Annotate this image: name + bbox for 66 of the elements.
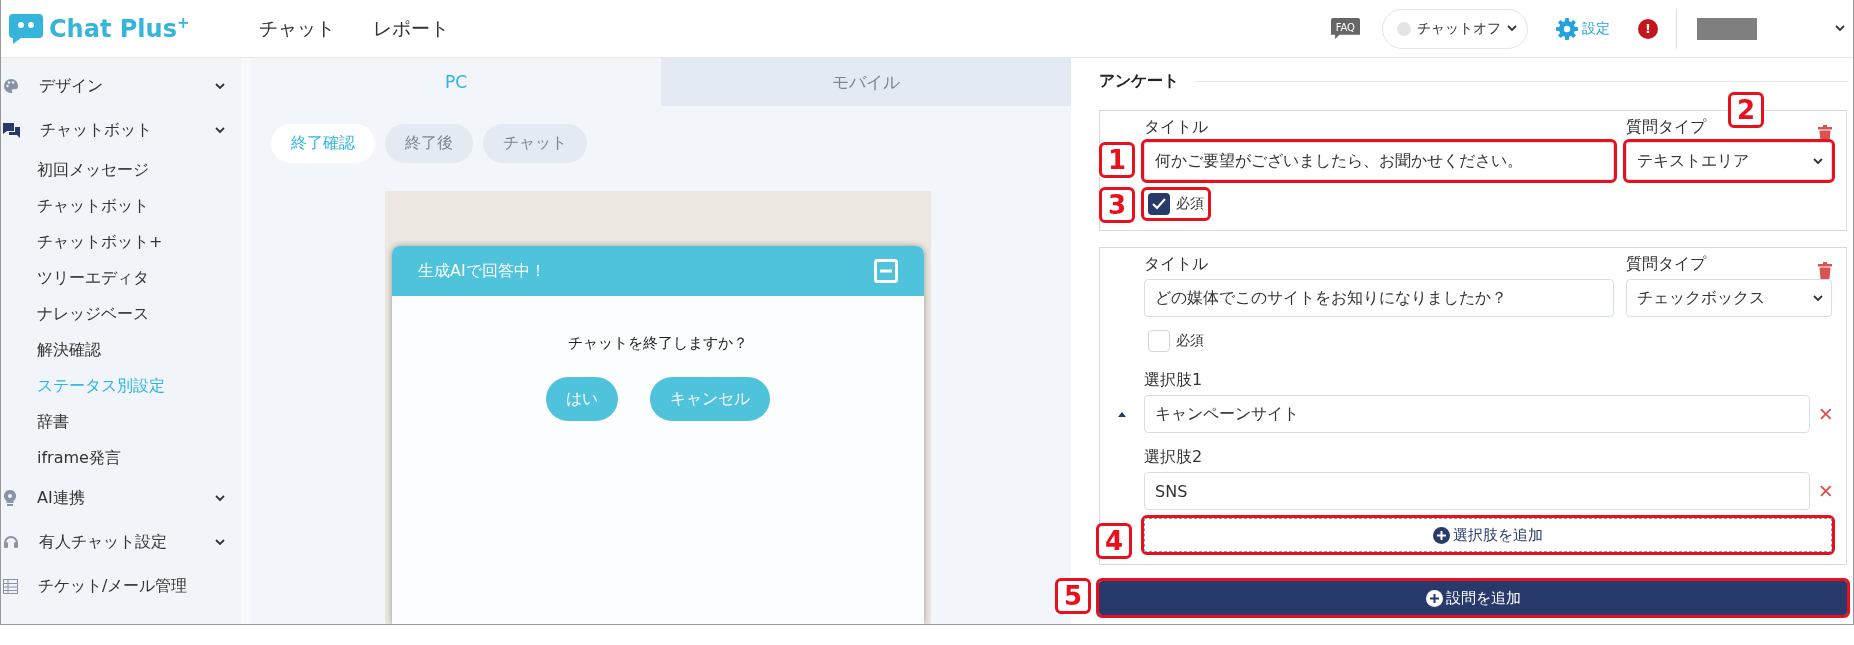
plus-circle-icon: [1433, 526, 1450, 544]
callout-number: 3: [1099, 187, 1135, 223]
sidebar-subitem[interactable]: チャットボット+: [1, 224, 241, 260]
chevron-down-icon: [1813, 157, 1823, 165]
chat-bubbles-icon: [3, 122, 20, 138]
logo-icon: [9, 13, 43, 44]
sidebar-item[interactable]: チケット/メール管理: [1, 564, 241, 608]
user-avatar[interactable]: [1697, 17, 1757, 40]
option-label: 選択肢1: [1144, 370, 1203, 391]
callout-number: 2: [1728, 92, 1764, 128]
chevron-down-icon: [1813, 294, 1823, 302]
sidebar-subitem[interactable]: 辞書: [1, 404, 241, 440]
chevron-down-icon: [215, 494, 225, 502]
logo-text: Chat Plus$^{+}$: [49, 14, 190, 43]
chevron-down-icon: [215, 126, 225, 134]
field-label: 質問タイプ: [1626, 117, 1706, 138]
option-label: 選択肢2: [1144, 447, 1203, 468]
field-label: タイトル: [1144, 254, 1208, 275]
sidebar-subitem[interactable]: 初回メッセージ: [1, 152, 241, 188]
chevron-down-icon: [215, 538, 225, 546]
chevron-down-icon: [1507, 25, 1517, 32]
settings-icon: [1556, 17, 1578, 40]
callout-number: 4: [1096, 523, 1132, 559]
chat-status-dropdown[interactable]: チャットオフ: [1382, 8, 1528, 49]
sidebar-subitem[interactable]: ナレッジベース: [1, 296, 241, 332]
title-input[interactable]: どの媒体でこのサイトをお知りになりましたか？: [1144, 279, 1614, 317]
required-checkbox[interactable]: 必須: [1144, 327, 1208, 355]
nav-link[interactable]: レポート: [373, 15, 449, 42]
move-up-icon[interactable]: [1118, 411, 1126, 417]
sidebar-item[interactable]: 有人チャット設定: [1, 520, 241, 564]
callout-number: 5: [1055, 578, 1091, 614]
required-checkbox[interactable]: 必須: [1144, 190, 1208, 218]
chat-widget-title: 生成AIで回答中！: [418, 260, 546, 282]
add-option-button[interactable]: 選択肢を追加: [1144, 518, 1832, 552]
option-input[interactable]: SNS: [1144, 472, 1811, 510]
nav-link[interactable]: チャット: [259, 15, 335, 42]
sidebar-subitem[interactable]: ツリーエディタ: [1, 260, 241, 296]
checkmark-icon: [1152, 198, 1166, 210]
remove-icon[interactable]: [1820, 485, 1832, 497]
chevron-down-icon: [215, 82, 225, 90]
trash-icon[interactable]: [1818, 125, 1832, 142]
field-label: タイトル: [1144, 117, 1208, 138]
sidebar-subitem[interactable]: 解決確認: [1, 332, 241, 368]
field-label: 質問タイプ: [1626, 254, 1706, 275]
title-input[interactable]: 何かご要望がございましたら、お聞かせください。: [1144, 142, 1614, 180]
sidebar-item[interactable]: デザイン: [1, 64, 241, 108]
chevron-down-icon: [1835, 25, 1845, 32]
plus-circle-icon: [1425, 589, 1443, 607]
option-input[interactable]: キャンペーンサイト: [1144, 395, 1811, 433]
trash-icon[interactable]: [1818, 262, 1832, 279]
add-question-button[interactable]: 設問を追加: [1099, 581, 1847, 615]
headset-icon: [3, 534, 19, 550]
sidebar-item[interactable]: AI連携: [1, 476, 241, 520]
faq-button[interactable]: FAQ: [1330, 18, 1360, 39]
sidebar-subitem[interactable]: iframe発言: [1, 440, 241, 476]
confirm-message: チャットを終了しますか？: [568, 334, 748, 353]
minimize-icon[interactable]: [874, 259, 898, 283]
question-type-select[interactable]: テキストエリア: [1626, 142, 1832, 180]
section-heading: アンケート: [1099, 70, 1179, 92]
sidebar-item[interactable]: チャットボット: [1, 108, 241, 152]
sidebar-subitem[interactable]: チャットボット: [1, 188, 241, 224]
callout-number: 1: [1099, 142, 1135, 178]
table-icon: [3, 578, 18, 594]
question-type-select[interactable]: チェックボックス: [1626, 279, 1832, 317]
alert-icon[interactable]: !: [1638, 18, 1658, 39]
remove-icon[interactable]: [1820, 408, 1832, 420]
